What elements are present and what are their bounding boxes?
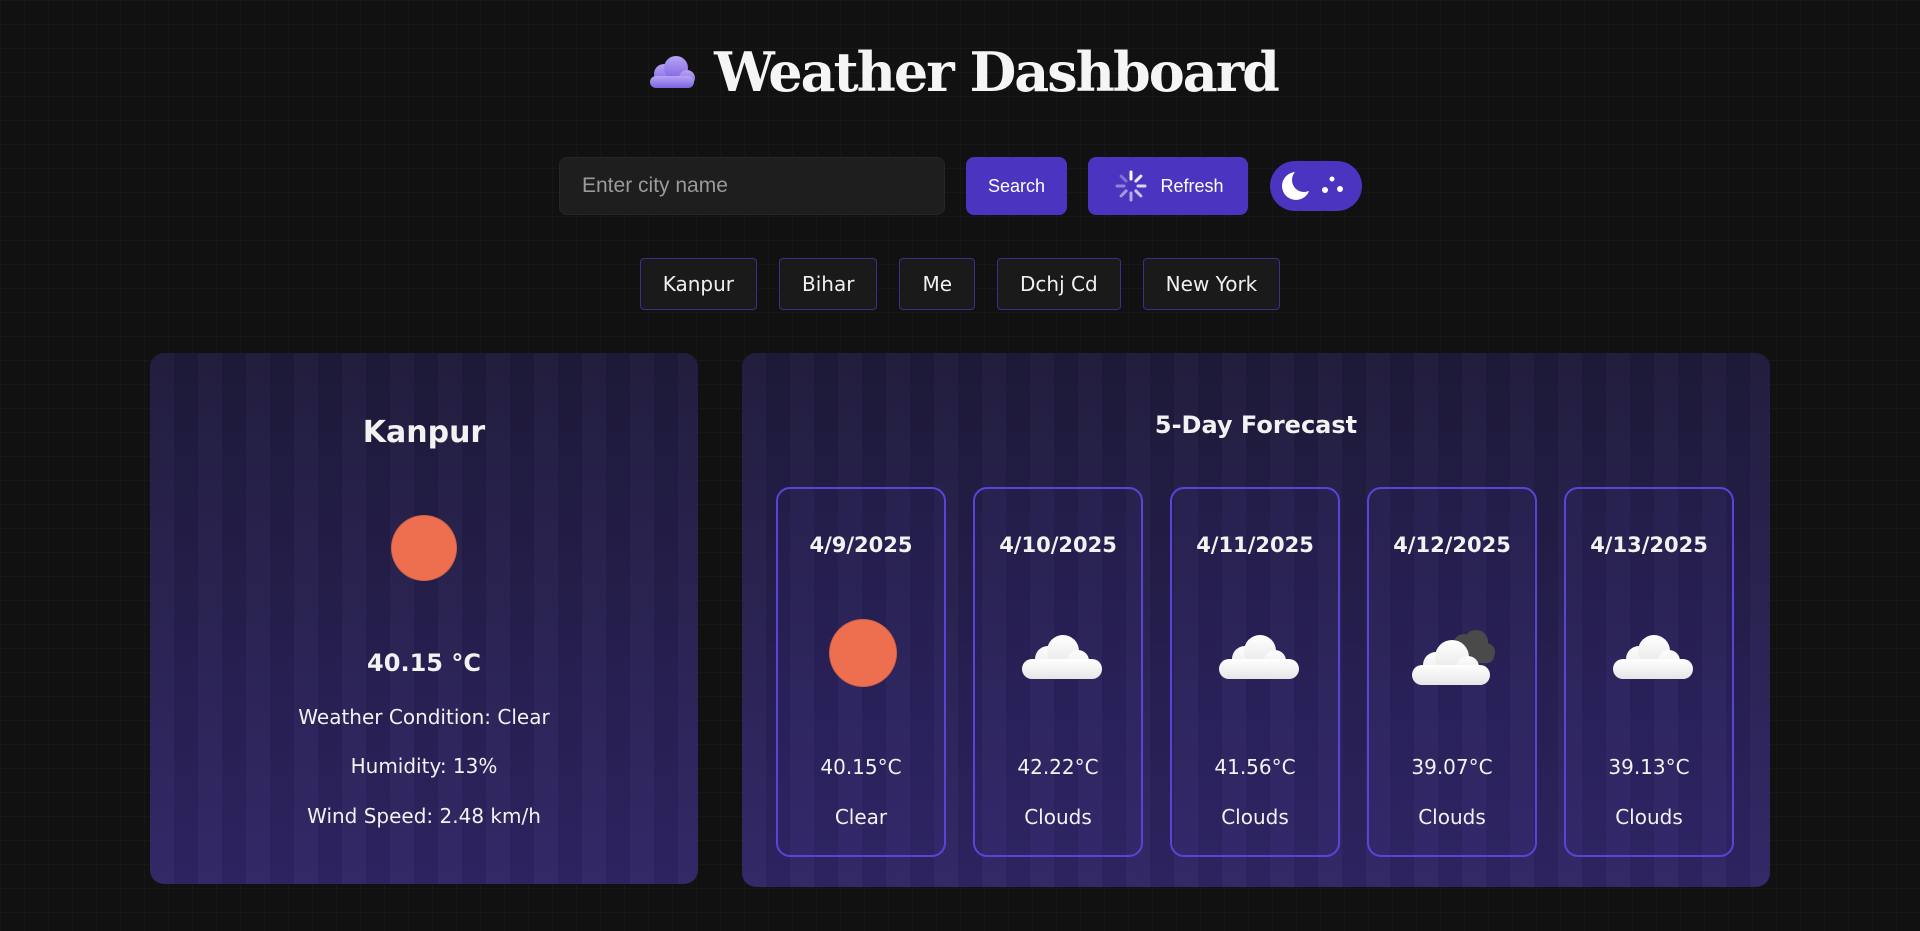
recent-city-chip[interactable]: Dchj Cd <box>997 258 1121 310</box>
forecast-condition: Clouds <box>1615 805 1683 829</box>
current-condition: Weather Condition: Clear <box>298 705 550 729</box>
forecast-temperature: 42.22°C <box>1017 755 1099 779</box>
theme-toggle[interactable] <box>1270 161 1362 211</box>
forecast-condition: Clear <box>834 805 888 829</box>
sun-icon <box>821 615 905 691</box>
current-temperature: 40.15 °C <box>367 649 481 677</box>
forecast-day-card: 4/9/2025 40.15°C Clear <box>776 487 946 857</box>
forecast-temperature: 39.13°C <box>1608 755 1690 779</box>
city-search-input[interactable] <box>559 157 945 215</box>
forecast-temperature: 41.56°C <box>1214 755 1296 779</box>
cloud-icon <box>1609 615 1693 691</box>
refresh-button[interactable]: Refresh <box>1088 157 1248 215</box>
forecast-condition: Clouds <box>1418 805 1486 829</box>
forecast-date: 4/13/2025 <box>1590 533 1708 557</box>
cloud-icon <box>1018 615 1102 691</box>
forecast-condition: Clouds <box>1221 805 1289 829</box>
forecast-date: 4/12/2025 <box>1393 533 1511 557</box>
refresh-label: Refresh <box>1160 175 1224 196</box>
moon-icon <box>1282 168 1316 200</box>
search-bar: Search Refresh <box>559 157 1362 215</box>
sun-icon <box>391 515 457 581</box>
recent-city-chip[interactable]: Kanpur <box>639 258 758 310</box>
forecast-day-card: 4/12/2025 39.07°C Clouds <box>1367 487 1537 857</box>
forecast-condition: Clouds <box>1024 805 1092 829</box>
cloud-icon <box>1215 615 1299 691</box>
page-header: Weather Dashboard <box>0 40 1920 104</box>
forecast-day-card: 4/13/2025 39.13°C Clouds <box>1564 487 1734 857</box>
forecast-date: 4/11/2025 <box>1196 533 1314 557</box>
recent-cities: Kanpur Bihar Me Dchj Cd New York <box>0 258 1920 310</box>
forecast-day-card: 4/11/2025 41.56°C Clouds <box>1170 487 1340 857</box>
stars-icon <box>1322 176 1343 193</box>
forecast-title: 5-Day Forecast <box>1154 411 1358 439</box>
recent-city-chip[interactable]: Bihar <box>779 258 878 310</box>
recent-city-chip[interactable]: New York <box>1142 258 1281 310</box>
forecast-date: 4/10/2025 <box>999 533 1117 557</box>
cloud-icon <box>650 56 696 88</box>
search-button[interactable]: Search <box>966 157 1067 215</box>
page-title: Weather Dashboard <box>714 40 1280 104</box>
current-humidity: Humidity: 13% <box>350 754 498 778</box>
forecast-temperature: 39.07°C <box>1411 755 1493 779</box>
forecast-cards: 4/9/2025 40.15°C Clear 4/10/2025 42.22°C Clo… <box>776 487 1734 857</box>
current-city-name: Kanpur <box>362 415 486 450</box>
forecast-date: 4/9/2025 <box>809 533 913 557</box>
current-wind-speed: Wind Speed: 2.48 km/h <box>307 804 541 828</box>
current-weather-card: Kanpur 40.15 °C Weather Condition: Clear… <box>150 353 698 884</box>
forecast-day-card: 4/10/2025 42.22°C Clouds <box>973 487 1143 857</box>
loading-spinner-icon <box>1115 170 1147 202</box>
forecast-temperature: 40.15°C <box>820 755 902 779</box>
forecast-panel: 5-Day Forecast 4/9/2025 40.15°C Clear 4/10/… <box>742 353 1770 887</box>
broken-clouds-icon <box>1412 615 1496 691</box>
recent-city-chip[interactable]: Me <box>899 258 976 310</box>
